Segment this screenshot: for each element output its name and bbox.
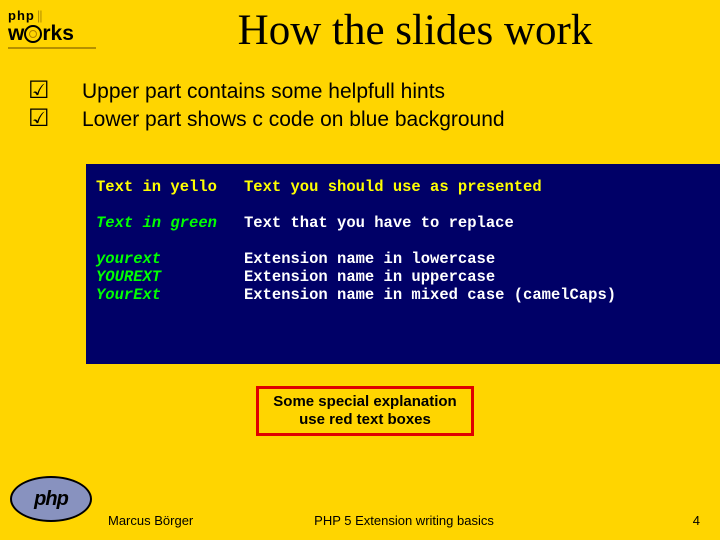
footer-title: PHP 5 Extension writing basics [108,513,700,528]
code-desc: Extension name in uppercase [244,268,495,286]
checkbox-icon: ☑ [22,78,82,104]
bullet-text: Lower part shows c code on blue backgrou… [82,106,505,133]
brand-pipe: || [37,8,42,23]
code-label-yellow: Text in yello [96,178,217,196]
code-box: Text in yello Text you should use as pre… [86,164,720,364]
code-label-ext: yourext [96,250,161,268]
code-label-green: Text in green [96,214,217,232]
code-desc: Text that you have to replace [244,214,514,232]
code-desc: Extension name in mixed case (camelCaps) [244,286,616,304]
bullet-text: Upper part contains some helpfull hints [82,78,445,105]
brand-text-rks: rks [42,22,74,45]
slide-footer: Marcus Börger PHP 5 Extension writing ba… [108,513,700,528]
callout-line: Some special explanation [265,393,465,411]
footer-page-number: 4 [693,513,700,528]
brand-text-w: w [8,22,24,45]
list-item: ☑ Upper part contains some helpfull hint… [22,78,700,105]
brand-divider [8,47,96,49]
bullet-list: ☑ Upper part contains some helpfull hint… [22,78,700,134]
code-label-ext: YourExt [96,286,161,304]
php-logo-icon: php [10,476,92,522]
code-desc: Text you should use as presented [244,178,542,196]
list-item: ☑ Lower part shows c code on blue backgr… [22,106,700,133]
brand-logo: php|| wrks [8,8,102,49]
footer-author: Marcus Börger [108,513,193,528]
slide-title: How the slides work [120,6,710,55]
php-logo-text: php [34,488,68,511]
checkbox-icon: ☑ [22,106,82,132]
callout-box: Some special explanation use red text bo… [256,386,474,436]
callout-line: use red text boxes [265,411,465,429]
gear-o-icon [24,25,42,43]
brand-text-top: php [8,8,35,23]
code-desc: Extension name in lowercase [244,250,495,268]
code-label-ext: YOUREXT [96,268,161,286]
